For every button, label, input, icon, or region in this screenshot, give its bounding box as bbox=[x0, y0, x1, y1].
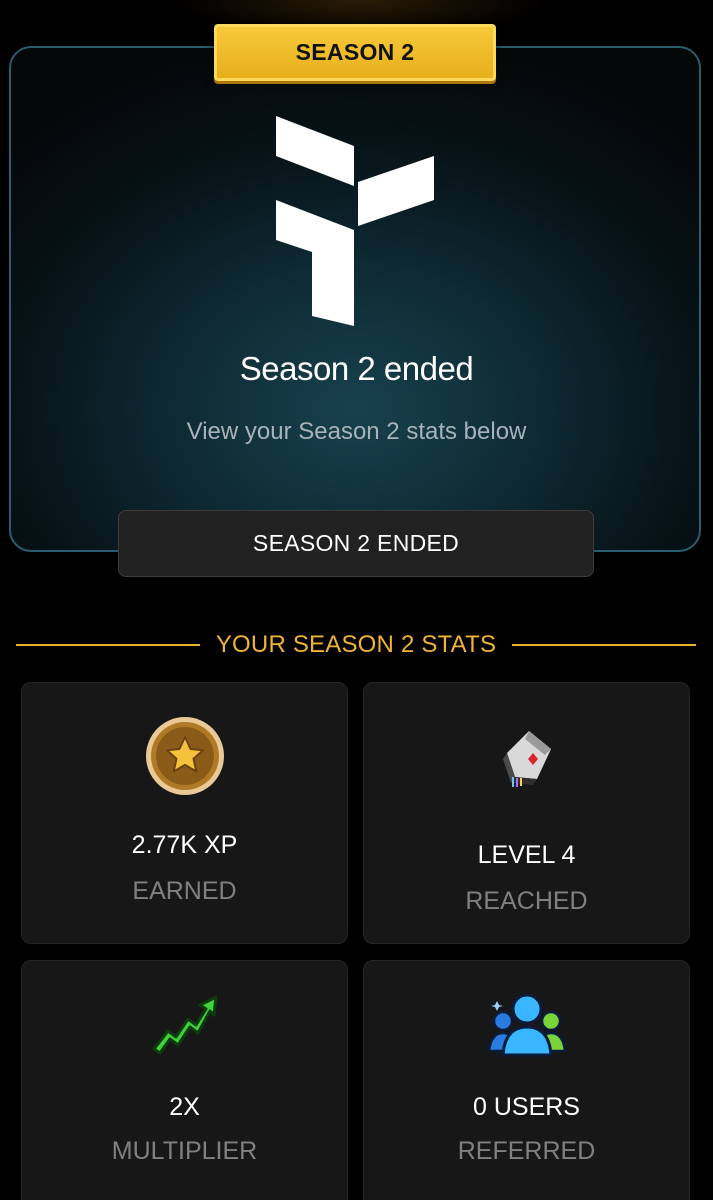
stat-label: REACHED bbox=[465, 887, 588, 915]
stat-card-referrals: 0 USERS REFERRED bbox=[363, 960, 690, 1200]
star-coin-icon bbox=[145, 717, 224, 795]
level-card-icon bbox=[502, 731, 551, 787]
trend-up-arrow-icon bbox=[152, 995, 217, 1055]
stat-card-multiplier: 2X MULTIPLIER bbox=[21, 960, 348, 1200]
hero-subtitle: View your Season 2 stats below bbox=[186, 418, 527, 445]
stat-card-xp: 2.77K XP EARNED bbox=[21, 682, 348, 944]
app-logo-icon bbox=[276, 116, 434, 326]
users-group-icon bbox=[487, 993, 566, 1057]
season-stats-screen: SEASON 2 Season 2 ended View your Season… bbox=[0, 0, 713, 1200]
stat-label: EARNED bbox=[132, 877, 237, 905]
stat-value: LEVEL 4 bbox=[477, 841, 576, 869]
hero-title: Season 2 ended bbox=[239, 350, 474, 387]
divider-left bbox=[16, 644, 200, 646]
stat-label: REFERRED bbox=[457, 1137, 596, 1165]
season-badge: SEASON 2 bbox=[214, 24, 496, 81]
stat-value: 0 USERS bbox=[473, 1093, 580, 1121]
divider-right bbox=[512, 644, 696, 646]
season-ended-button[interactable]: SEASON 2 ENDED bbox=[118, 510, 594, 577]
stat-label: MULTIPLIER bbox=[111, 1137, 258, 1165]
stats-header-label: YOUR SEASON 2 STATS bbox=[215, 631, 497, 658]
stats-section-header: YOUR SEASON 2 STATS bbox=[16, 628, 696, 662]
stat-card-level: LEVEL 4 REACHED bbox=[363, 682, 690, 944]
stat-value: 2X bbox=[169, 1093, 200, 1121]
stat-value: 2.77K XP bbox=[131, 831, 238, 859]
